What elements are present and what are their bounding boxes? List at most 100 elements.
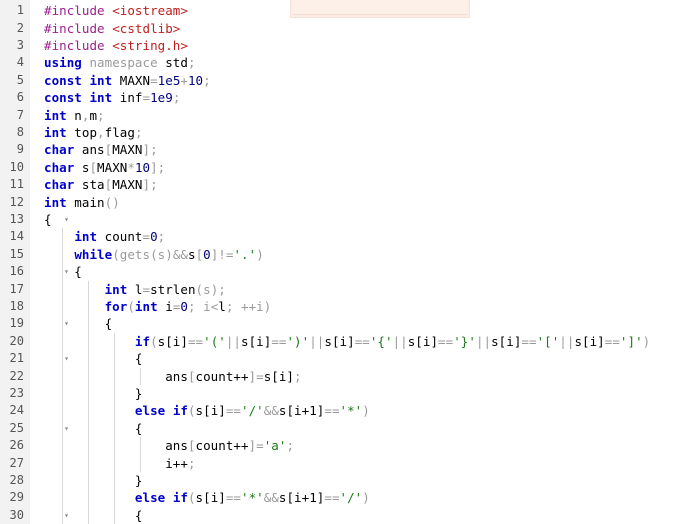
code-line[interactable]: ans[count++]=s[i];: [44, 368, 302, 385]
code-line[interactable]: {: [44, 211, 52, 228]
code-token: [: [187, 438, 196, 454]
fold-toggle-icon[interactable]: ▾: [62, 315, 71, 332]
code-line[interactable]: else if(s[i]=='/'&&s[i+1]=='*'): [44, 402, 370, 419]
line-number: 8: [16, 125, 24, 139]
line-number: 29: [9, 490, 24, 505]
code-line[interactable]: int count=0;: [44, 228, 165, 245]
fold-toggle-icon[interactable]: ▾: [62, 350, 71, 367]
code-token: *: [127, 159, 135, 175]
code-token: using: [44, 55, 82, 71]
line-number: 9: [16, 142, 24, 157]
code-token: <cstdlib>: [112, 20, 181, 36]
code-token: s[i]: [324, 333, 355, 349]
code-token: ,: [97, 125, 105, 140]
line-number: 10: [9, 159, 24, 174]
line-number: 13: [9, 212, 24, 226]
code-token: '.': [233, 246, 257, 262]
code-line[interactable]: {: [44, 420, 143, 437]
code-token: ;: [157, 159, 166, 175]
code-folding-column[interactable]: ▾▾▾▾▾▾▾: [30, 0, 69, 524]
code-line[interactable]: }: [44, 472, 143, 489]
code-line[interactable]: if(s[i]=='('||s[i]==')'||s[i]=='{'||s[i]…: [44, 333, 650, 350]
line-number: 7: [16, 107, 24, 122]
code-token: ]: [248, 368, 257, 384]
code-line[interactable]: {: [44, 507, 143, 524]
code-token: ;: [172, 90, 181, 106]
code-line[interactable]: ans[count++]='a';: [44, 437, 294, 454]
code-token: ||: [475, 333, 492, 349]
code-token: int: [89, 72, 113, 88]
code-token: ==: [271, 333, 287, 349]
code-token: [: [187, 368, 196, 384]
code-token: 0: [180, 299, 188, 314]
code-line[interactable]: #include <string.h>: [44, 37, 188, 54]
code-token: ): [362, 403, 370, 419]
fold-toggle-icon[interactable]: ▾: [62, 420, 71, 437]
line-number: 20: [9, 333, 24, 348]
code-token: sta: [74, 177, 105, 193]
code-token: 10: [187, 72, 204, 88]
code-token: ;: [97, 107, 105, 123]
code-token: s[i]: [157, 333, 188, 349]
code-token: char: [44, 177, 75, 193]
fold-toggle-icon[interactable]: ▾: [62, 263, 71, 280]
code-token: MAXN: [97, 159, 128, 175]
line-number: 4: [16, 55, 24, 70]
code-token: ;: [294, 368, 302, 384]
code-line[interactable]: char ans[MAXN];: [44, 141, 158, 158]
code-token: ==: [187, 333, 204, 349]
code-token: [: [195, 246, 204, 262]
code-token: ==: [324, 490, 340, 506]
code-token: count++: [195, 368, 249, 384]
code-line[interactable]: char sta[MAXN];: [44, 176, 158, 193]
code-token: =: [142, 281, 151, 297]
code-line[interactable]: #include <iostream>: [44, 2, 188, 19]
code-token: MAXN: [112, 177, 143, 193]
line-number: 12: [9, 194, 24, 209]
fold-toggle-icon[interactable]: ▾: [62, 211, 71, 228]
code-token: while: [74, 246, 113, 262]
code-line[interactable]: using namespace std;: [44, 54, 196, 71]
code-line[interactable]: int l=strlen(s);: [44, 281, 226, 298]
code-token: &&: [263, 490, 279, 506]
code-token: ==: [324, 403, 340, 419]
code-token: (: [187, 403, 196, 419]
code-line[interactable]: while(gets(s)&&s[0]!='.'): [44, 246, 264, 263]
code-token: s: [187, 246, 196, 262]
code-token: =: [256, 368, 264, 384]
code-line[interactable]: const int MAXN=1e5+10;: [44, 72, 211, 89]
code-line[interactable]: #include <cstdlib>: [44, 20, 180, 37]
code-line[interactable]: for(int i=0; i<l; ++i): [44, 298, 272, 315]
code-token: ): [256, 246, 264, 262]
code-line[interactable]: char s[MAXN*10];: [44, 159, 165, 176]
top-notification-strip[interactable]: [290, 0, 470, 18]
code-token: gets: [119, 246, 151, 262]
code-token: strlen: [150, 281, 196, 297]
code-token: const: [44, 72, 82, 88]
code-line[interactable]: int n,m;: [44, 107, 105, 124]
code-line[interactable]: else if(s[i]=='*'&&s[i+1]=='/'): [44, 489, 370, 506]
code-token: int: [89, 90, 113, 106]
code-line[interactable]: }: [44, 385, 143, 402]
line-number: 3: [16, 38, 24, 52]
fold-toggle-icon[interactable]: ▾: [62, 507, 71, 524]
code-token: '*': [339, 403, 363, 419]
code-token: =: [142, 90, 151, 106]
code-line[interactable]: {: [44, 350, 143, 367]
code-line[interactable]: i++;: [44, 455, 196, 472]
code-token: s[i]: [491, 333, 522, 349]
code-token: '/': [241, 403, 264, 419]
code-token: ): [642, 333, 651, 349]
code-token: ==: [521, 333, 537, 349]
code-line[interactable]: const int inf=1e9;: [44, 89, 180, 106]
code-token: std: [157, 55, 188, 71]
code-line[interactable]: int top,flag;: [44, 124, 143, 141]
code-line[interactable]: int main(): [44, 194, 120, 211]
line-number: 17: [9, 281, 24, 296]
code-editor[interactable]: #include <iostream> #include <cstdlib> #in…: [0, 0, 684, 524]
code-content[interactable]: #include <iostream> #include <cstdlib> #in…: [44, 0, 684, 524]
code-token: s[i+1]: [278, 490, 325, 506]
code-line[interactable]: {: [44, 315, 113, 332]
